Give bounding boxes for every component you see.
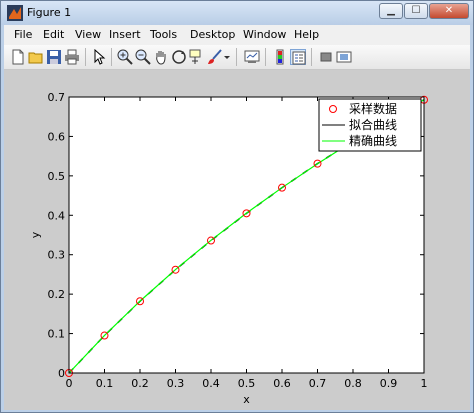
- legend[interactable]: 采样数据 拟合曲线 精确曲线: [318, 98, 422, 152]
- legend-icon[interactable]: [290, 49, 306, 65]
- zoom-out-icon[interactable]: [135, 49, 151, 65]
- figure-window: Figure 1 ▁ ☐ ✕ File Edit View Insert Too…: [0, 0, 474, 413]
- brush-icon[interactable]: [207, 49, 223, 65]
- menu-file[interactable]: File: [14, 28, 32, 41]
- menu-insert[interactable]: Insert: [109, 28, 141, 41]
- save-icon[interactable]: [46, 49, 62, 65]
- menu-desktop[interactable]: Desktop: [190, 28, 235, 41]
- toolbar-separator: [236, 48, 237, 66]
- toolbar-separator: [311, 48, 312, 66]
- y-tick-label: 0: [58, 367, 65, 380]
- rotate-3d-icon[interactable]: [171, 49, 187, 65]
- y-axis-label: y: [29, 231, 42, 238]
- x-tick-label: 0.9: [380, 377, 398, 390]
- link-plot-icon[interactable]: [244, 49, 260, 65]
- figure-canvas[interactable]: 0 0.1 0.2 0.3 0.4 0.5 0.6 0.7 0.8 0.9 1 0 0.1 0.2 0.3 0…: [4, 70, 470, 410]
- y-tick-label: 0.4: [48, 209, 66, 222]
- menu-edit[interactable]: Edit: [43, 28, 64, 41]
- x-tick-label: 0: [66, 377, 73, 390]
- toolbar-separator: [265, 48, 266, 66]
- legend-label-sample: 采样数据: [349, 101, 397, 116]
- y-tick-label: 0.2: [48, 288, 66, 301]
- legend-label-fit: 拟合曲线: [349, 117, 397, 132]
- pan-hand-icon[interactable]: [153, 49, 169, 65]
- y-tick-label: 0.1: [48, 328, 66, 341]
- matlab-app-icon: [7, 5, 23, 21]
- menu-bar: File Edit View Insert Tools Desktop Wind…: [4, 25, 470, 45]
- y-tick-label: 0.5: [48, 170, 66, 183]
- toolbar-separator: [85, 48, 86, 66]
- colorbar-icon[interactable]: [272, 49, 288, 65]
- y-tick-label: 0.6: [48, 130, 66, 143]
- y-tick-label: 0.7: [48, 91, 66, 104]
- menu-help[interactable]: Help: [294, 28, 319, 41]
- edit-plot-arrow-icon[interactable]: [91, 49, 107, 65]
- menu-window[interactable]: Window: [243, 28, 286, 41]
- show-plot-tools-icon[interactable]: [336, 49, 352, 65]
- print-icon[interactable]: [64, 49, 80, 65]
- menu-view[interactable]: View: [75, 28, 101, 41]
- title-bar[interactable]: Figure 1 ▁ ☐ ✕: [1, 1, 473, 25]
- brush-dropdown-icon[interactable]: [223, 49, 231, 65]
- maximize-button[interactable]: ☐: [404, 3, 428, 19]
- data-cursor-icon[interactable]: [189, 49, 205, 65]
- x-tick-label: 1: [421, 377, 428, 390]
- figure-toolbar: [4, 45, 470, 70]
- x-tick-label: 0.1: [96, 377, 114, 390]
- minimize-button[interactable]: ▁: [379, 3, 403, 19]
- legend-label-exact: 精确曲线: [349, 134, 397, 148]
- toolbar-separator: [111, 48, 112, 66]
- menu-tools[interactable]: Tools: [150, 28, 177, 41]
- x-tick-label: 0.8: [344, 377, 362, 390]
- window-title: Figure 1: [27, 6, 72, 19]
- hide-plot-tools-icon[interactable]: [318, 49, 334, 65]
- close-button[interactable]: ✕: [429, 3, 469, 19]
- plot-svg[interactable]: 0 0.1 0.2 0.3 0.4 0.5 0.6 0.7 0.8 0.9 1 0 0.1 0.2 0.3 0…: [4, 70, 470, 410]
- x-tick-label: 0.6: [273, 377, 291, 390]
- x-tick-label: 0.2: [131, 377, 149, 390]
- x-tick-label: 0.4: [202, 377, 220, 390]
- x-tick-label: 0.7: [309, 377, 327, 390]
- new-figure-icon[interactable]: [10, 49, 26, 65]
- open-file-icon[interactable]: [28, 49, 44, 65]
- zoom-in-icon[interactable]: [117, 49, 133, 65]
- x-tick-label: 0.3: [167, 377, 185, 390]
- x-axis-label: x: [243, 393, 250, 406]
- x-tick-label: 0.5: [238, 377, 256, 390]
- y-tick-label: 0.3: [48, 249, 66, 262]
